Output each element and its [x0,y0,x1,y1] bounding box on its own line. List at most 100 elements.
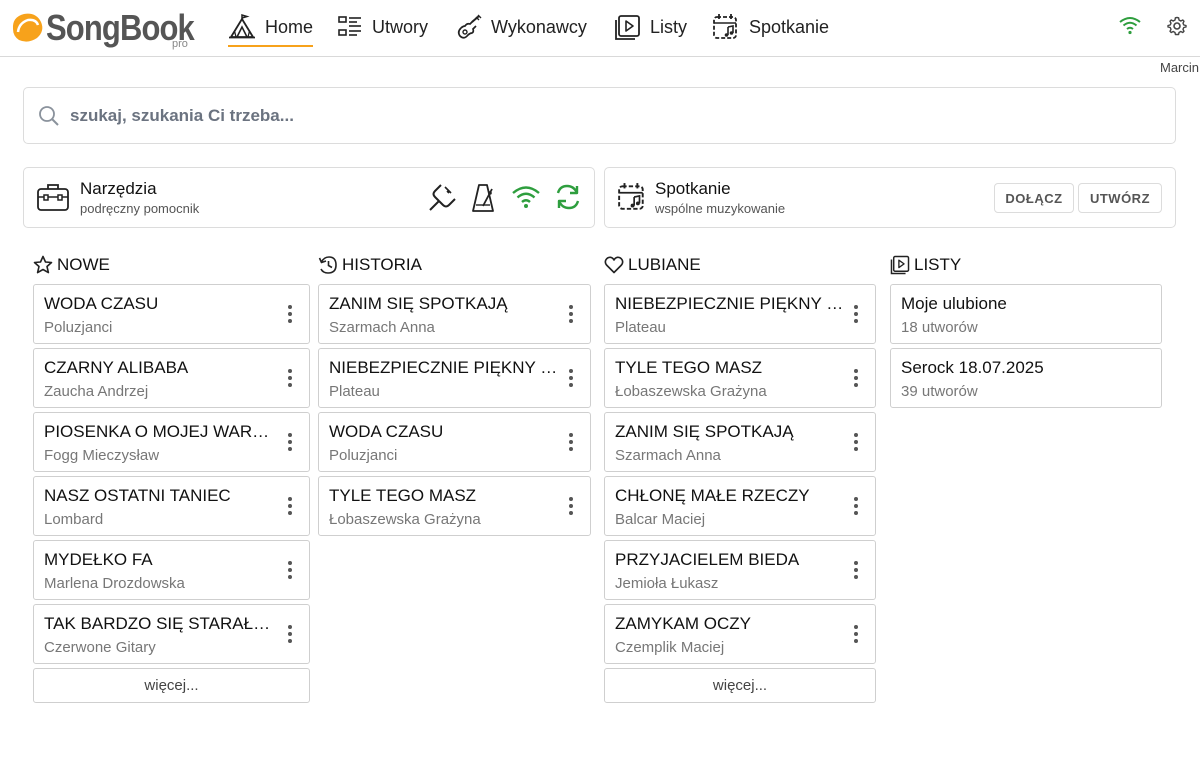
song-card[interactable]: PIOSENKA O MOJEJ WARSZAWIE Fogg Mieczysła… [33,412,310,472]
more-options-icon[interactable] [277,362,303,394]
column-lubiane-header: LUBIANE [604,252,876,278]
nav-spotkanie[interactable]: Spotkanie [712,9,829,45]
song-card[interactable]: NIEBEZPIECZNIE PIĘKNY ŚWIAT Plateau [318,348,591,408]
column-lubiane: LUBIANE NIEBEZPIECZNIE PIĘKNY ŚWIAT Plate… [604,252,876,703]
column-nowe: NOWE WODA CZASU Poluzjanci CZARNY ALIBABA… [33,252,310,703]
playlist-card[interactable]: Moje ulubione 18 utworów [890,284,1162,344]
more-button[interactable]: więcej... [33,668,310,703]
song-title: NIEBEZPIECZNIE PIĘKNY ŚWIAT [615,294,845,313]
more-options-icon[interactable] [843,362,869,394]
more-options-icon[interactable] [558,362,584,394]
wifi-status-icon[interactable] [1119,16,1141,36]
column-lubiane-title: LUBIANE [628,255,701,274]
more-options-icon[interactable] [843,490,869,522]
more-options-icon[interactable] [277,618,303,650]
song-title: PIOSENKA O MOJEJ WARSZAWIE [44,422,274,441]
nav-home-label: Home [265,16,314,37]
more-options-icon[interactable] [558,298,584,330]
playlist-title: Moje ulubione [901,294,1007,313]
song-artist: Plateau [615,319,666,336]
playlist-count: 39 utworów [901,383,978,400]
playlist-icon [615,14,640,40]
toolbox-icon [37,184,69,211]
list-icon [338,16,361,36]
nav-home[interactable]: Home [228,9,314,47]
meeting-subtitle: wspólne muzykowanie [655,201,786,216]
search-bar [23,87,1176,144]
song-artist: Balcar Maciej [615,511,706,528]
gear-icon[interactable] [1167,16,1187,36]
song-title: TYLE TEGO MASZ [615,358,763,377]
song-title: TAK BARDZO SIĘ STARAŁEM [44,614,274,633]
playlist-icon [890,255,910,275]
calendar-music-icon [713,14,737,39]
song-title: CZARNY ALIBABA [44,358,189,377]
song-artist: Poluzjanci [329,447,398,464]
nav-utwory[interactable]: Utwory [337,9,428,45]
more-options-icon[interactable] [277,298,303,330]
nav-listy[interactable]: Listy [614,9,687,45]
more-options-icon[interactable] [277,554,303,586]
create-button[interactable]: UTWÓRZ [1078,183,1162,213]
song-card[interactable]: TYLE TEGO MASZ Łobaszewska Grażyna [604,348,876,408]
playlist-count: 18 utworów [901,319,978,336]
song-artist: Poluzjanci [44,319,113,336]
search-input[interactable] [70,98,1160,134]
song-card[interactable]: TAK BARDZO SIĘ STARAŁEM Czerwone Gitary [33,604,310,664]
join-button[interactable]: DOŁĄCZ [994,183,1074,213]
playlist-card[interactable]: Serock 18.07.2025 39 utworów [890,348,1162,408]
playlist-title: Serock 18.07.2025 [901,358,1044,377]
song-card[interactable]: MYDEŁKO FA Marlena Drozdowska [33,540,310,600]
nav-utwory-label: Utwory [372,16,429,37]
star-icon [33,255,53,274]
more-options-icon[interactable] [843,554,869,586]
song-card[interactable]: ZANIM SIĘ SPOTKAJĄ Szarmach Anna [604,412,876,472]
song-artist: Łobaszewska Grażyna [329,511,481,528]
song-artist: Lombard [44,511,104,528]
more-options-icon[interactable] [558,490,584,522]
brand-suffix: pro [172,38,188,50]
song-card[interactable]: TYLE TEGO MASZ Łobaszewska Grażyna [318,476,591,536]
more-options-icon[interactable] [277,426,303,458]
songbook-logo[interactable]: SongBook pro [10,6,195,50]
sync-icon[interactable] [555,183,581,211]
song-title: MYDEŁKO FA [44,550,153,569]
song-artist: Szarmach Anna [615,447,721,464]
song-card[interactable]: WODA CZASU Poluzjanci [318,412,591,472]
tools-subtitle: podręczny pomocnik [80,201,200,216]
tools-title: Narzędzia [80,179,157,198]
song-card[interactable]: ZAMYKAM OCZY Czemplik Maciej [604,604,876,664]
song-title: WODA CZASU [44,294,159,313]
song-artist: Fogg Mieczysław [44,447,160,464]
tuning-fork-icon[interactable] [426,182,456,214]
song-card[interactable]: ZANIM SIĘ SPOTKAJĄ Szarmach Anna [318,284,591,344]
more-options-icon[interactable] [843,426,869,458]
nav-wykonawcy[interactable]: Wykonawcy [455,9,587,45]
song-artist: Czerwone Gitary [44,639,156,656]
song-title: ZANIM SIĘ SPOTKAJĄ [329,294,508,313]
more-options-icon[interactable] [843,618,869,650]
metronome-icon[interactable] [470,182,496,214]
song-card[interactable]: NASZ OSTATNI TANIEC Lombard [33,476,310,536]
song-artist: Jemioła Łukasz [615,575,719,592]
song-card[interactable]: PRZYJACIELEM BIEDA Jemioła Łukasz [604,540,876,600]
more-button[interactable]: więcej... [604,668,876,703]
guitar-icon [457,14,482,39]
song-title: CHŁONĘ MAŁE RZECZY [615,486,810,505]
more-options-icon[interactable] [558,426,584,458]
song-card[interactable]: NIEBEZPIECZNIE PIĘKNY ŚWIAT Plateau [604,284,876,344]
circus-tent-icon [229,13,255,39]
more-options-icon[interactable] [277,490,303,522]
nav-spotkanie-label: Spotkanie [749,16,830,37]
calendar-music-icon [618,183,644,210]
song-title: PRZYJACIELEM BIEDA [615,550,800,569]
more-options-icon[interactable] [843,298,869,330]
wifi-icon[interactable] [512,185,540,209]
user-name[interactable]: Marcin [1160,60,1199,75]
song-card[interactable]: WODA CZASU Poluzjanci [33,284,310,344]
tools-panel: Narzędzia podręczny pomocnik [23,167,595,228]
song-card[interactable]: CHŁONĘ MAŁE RZECZY Balcar Maciej [604,476,876,536]
song-artist: Łobaszewska Grażyna [615,383,767,400]
song-title: WODA CZASU [329,422,444,441]
song-card[interactable]: CZARNY ALIBABA Zaucha Andrzej [33,348,310,408]
